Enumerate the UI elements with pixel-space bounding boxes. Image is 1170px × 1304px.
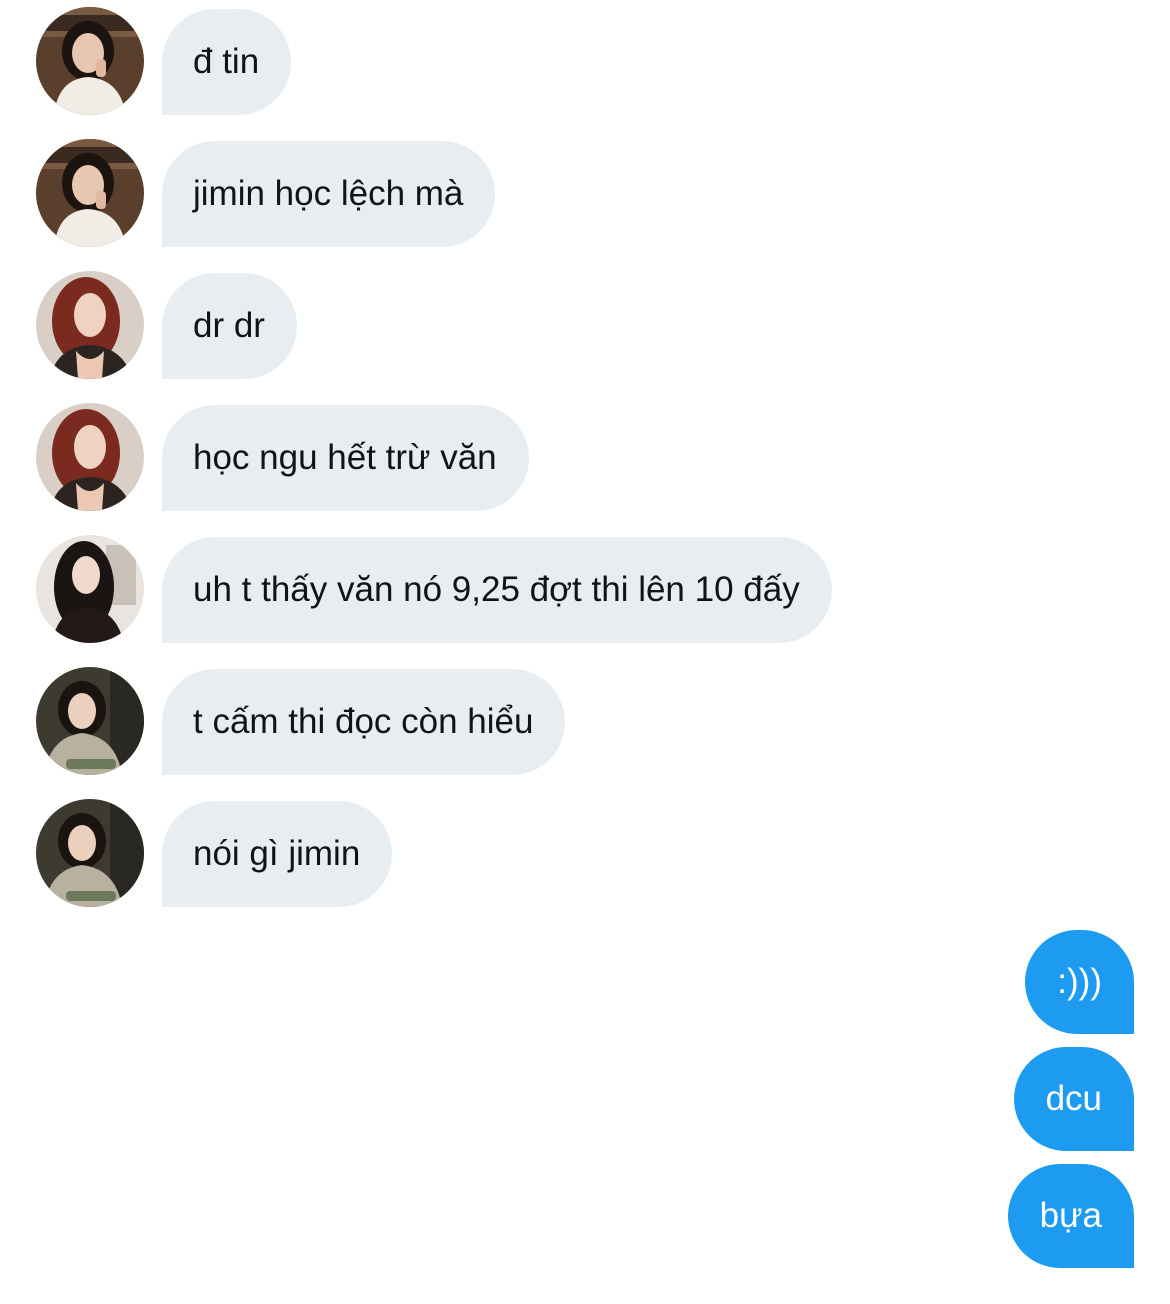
message-row: uh t thấy văn nó 9,25 đợt thi lên 10 đấy: [0, 535, 1170, 643]
message-row: dr dr: [0, 271, 1170, 379]
message-row: jimin học lệch mà: [0, 139, 1170, 247]
incoming-message-bubble[interactable]: nói gì jimin: [162, 801, 393, 907]
avatar[interactable]: [36, 535, 144, 643]
user-photo-icon: [36, 799, 144, 907]
incoming-message-bubble[interactable]: đ tin: [162, 9, 292, 115]
incoming-message-bubble[interactable]: t cấm thi đọc còn hiểu: [162, 669, 566, 775]
user-photo-icon: [36, 403, 144, 511]
incoming-message-bubble[interactable]: học ngu hết trừ văn: [162, 405, 529, 511]
avatar[interactable]: [36, 799, 144, 907]
user-photo-icon: [36, 667, 144, 775]
message-row: t cấm thi đọc còn hiểu: [0, 667, 1170, 775]
avatar[interactable]: [36, 139, 144, 247]
user-photo-icon: [36, 7, 144, 115]
avatar[interactable]: [36, 7, 144, 115]
user-photo-icon: [36, 271, 144, 379]
avatar[interactable]: [36, 403, 144, 511]
outgoing-message-bubble[interactable]: :))): [1025, 930, 1134, 1034]
avatar[interactable]: [36, 271, 144, 379]
outgoing-message-bubble[interactable]: dcu: [1013, 1047, 1134, 1151]
message-row: học ngu hết trừ văn: [0, 403, 1170, 511]
message-row: đ tin: [0, 7, 1170, 115]
user-photo-icon: [36, 139, 144, 247]
user-photo-icon: [36, 535, 144, 643]
outgoing-message-bubble[interactable]: bựa: [1007, 1164, 1134, 1268]
incoming-message-bubble[interactable]: jimin học lệch mà: [162, 141, 496, 247]
incoming-message-bubble[interactable]: dr dr: [162, 273, 297, 379]
message-row: nói gì jimin: [0, 799, 1170, 907]
avatar[interactable]: [36, 667, 144, 775]
incoming-message-bubble[interactable]: uh t thấy văn nó 9,25 đợt thi lên 10 đấy: [162, 537, 832, 643]
